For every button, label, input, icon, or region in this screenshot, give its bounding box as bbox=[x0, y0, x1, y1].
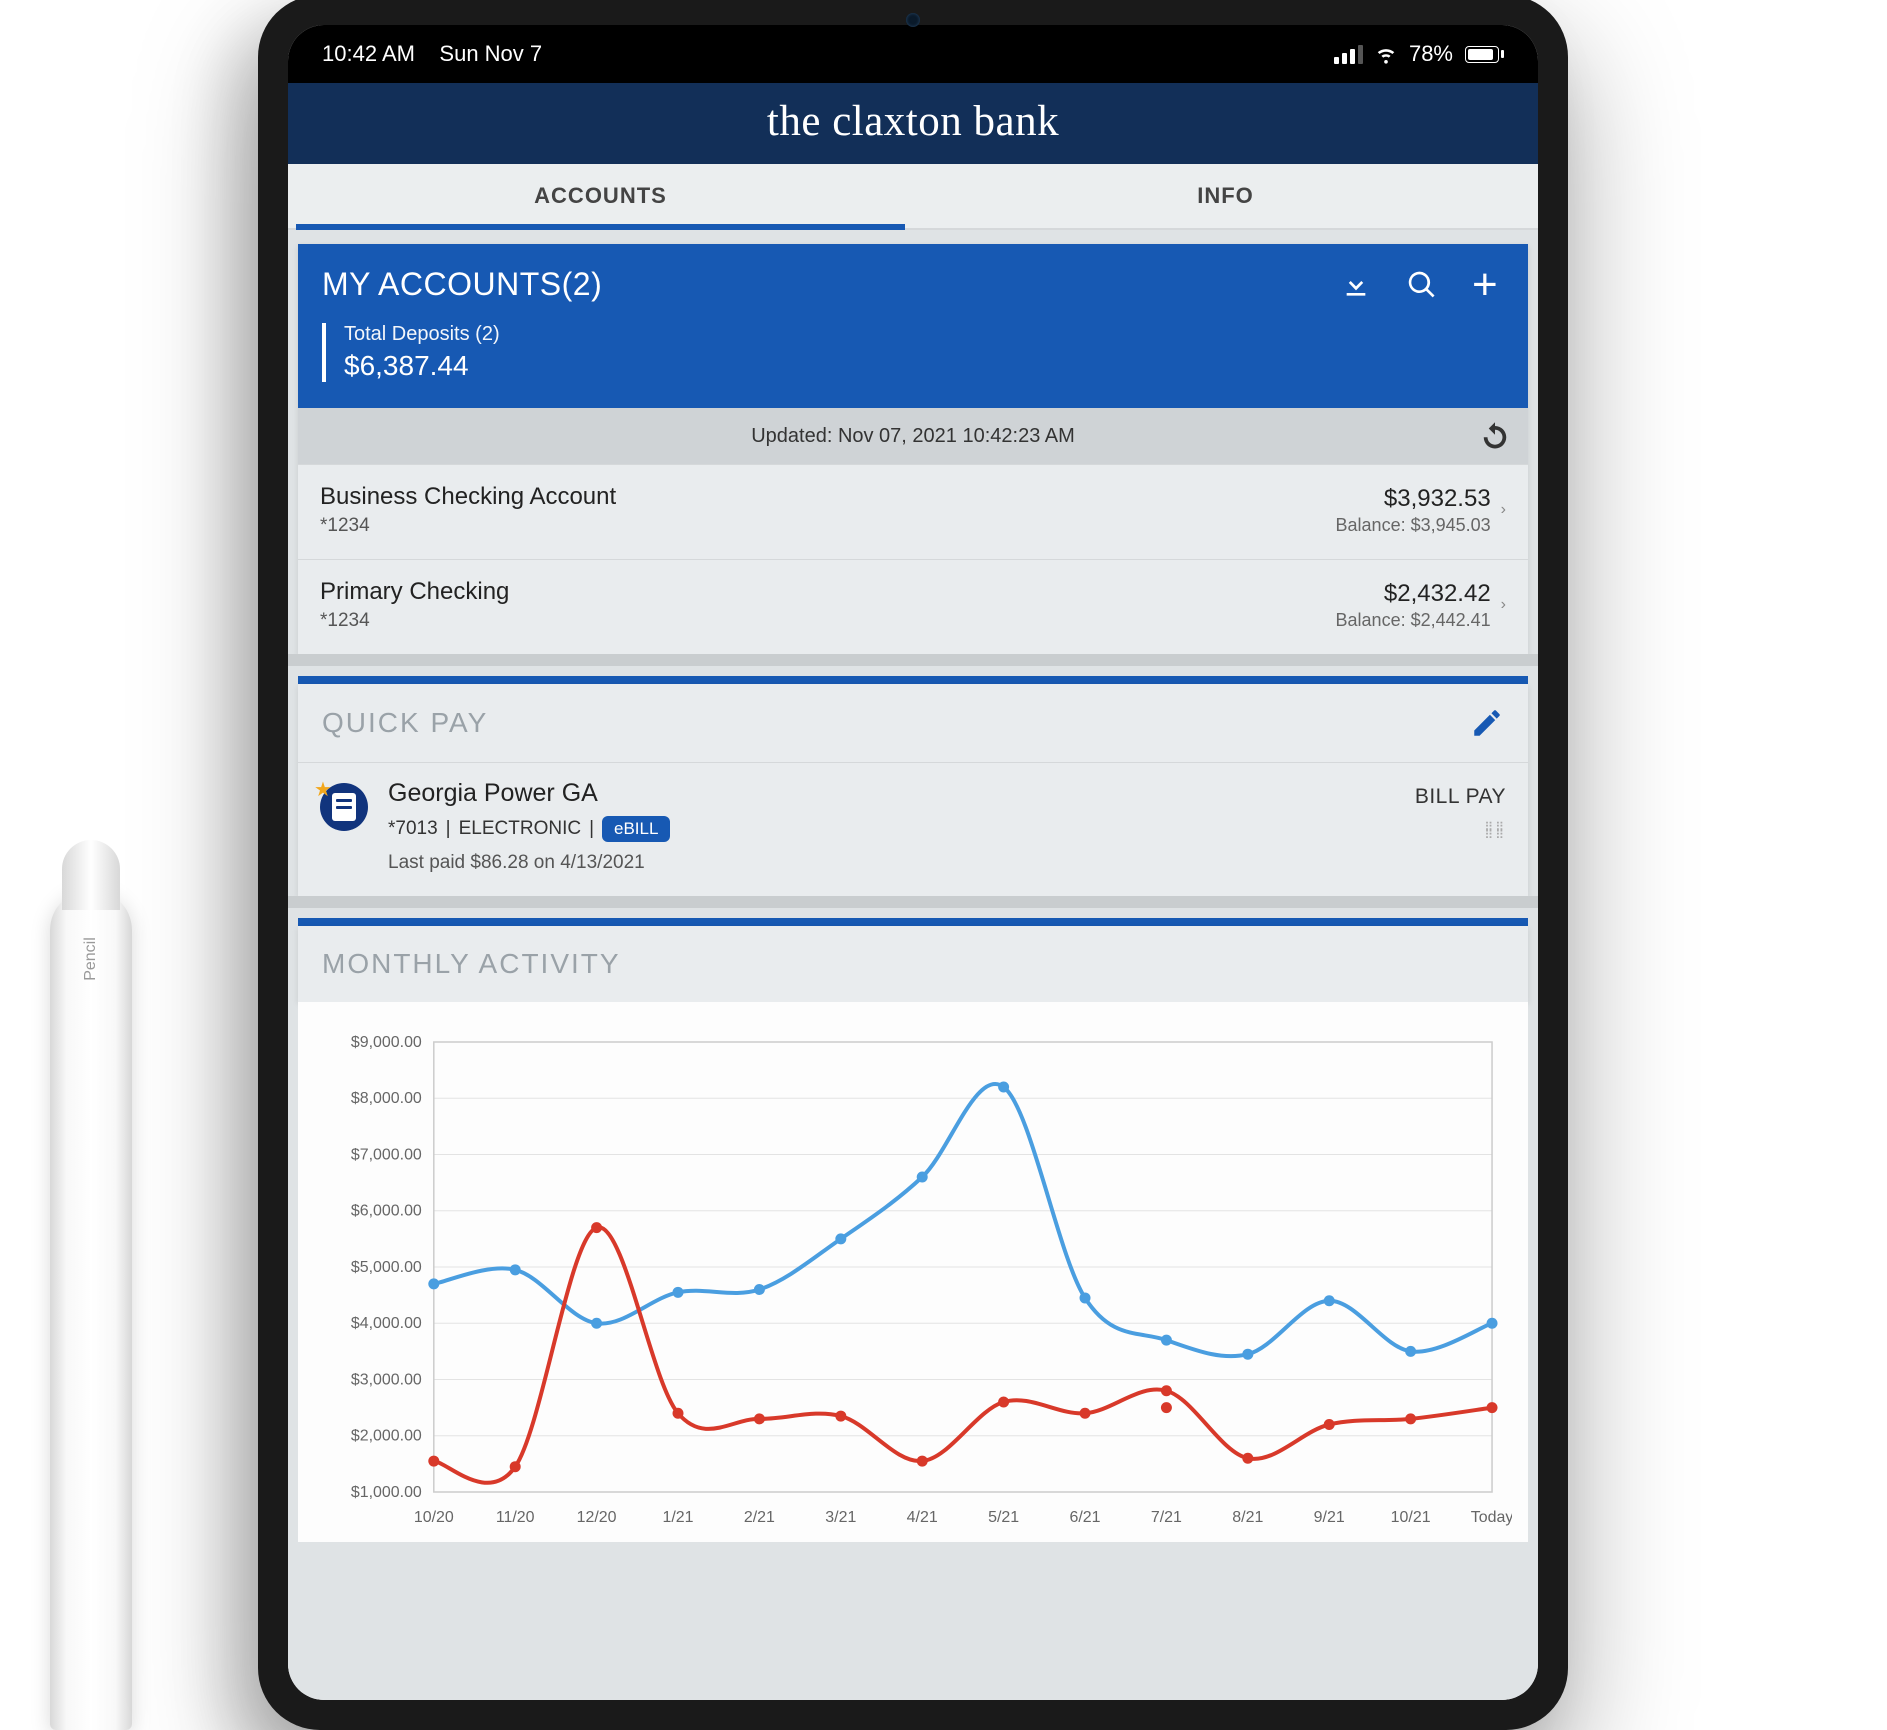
svg-text:$4,000.00: $4,000.00 bbox=[351, 1315, 422, 1332]
account-balance: Balance: $2,442.41 bbox=[1336, 610, 1491, 631]
monthly-activity-chart: $9,000.00 $8,000.00 $7,000.00 $6,000.00 $5,0… bbox=[298, 1002, 1528, 1542]
chevron-right-icon: › bbox=[1501, 501, 1506, 519]
billpay-label: BILL PAY bbox=[1415, 785, 1506, 809]
drag-handle-icon[interactable]: ⠿⠿⠿⠿ bbox=[1484, 823, 1506, 839]
front-camera bbox=[906, 13, 920, 27]
svg-text:Today: Today bbox=[1471, 1509, 1512, 1526]
apple-pencil: Pencil bbox=[50, 890, 132, 1730]
blue-separator bbox=[298, 918, 1528, 926]
svg-text:11/20: 11/20 bbox=[496, 1509, 535, 1526]
svg-text:$7,000.00: $7,000.00 bbox=[351, 1146, 422, 1163]
monthly-activity-header: MONTHLY ACTIVITY bbox=[298, 926, 1528, 1002]
accounts-header: MY ACCOUNTS(2) + Total Deposits (2) $6,3… bbox=[298, 244, 1528, 408]
svg-text:3/21: 3/21 bbox=[825, 1509, 856, 1526]
svg-text:$3,000.00: $3,000.00 bbox=[351, 1371, 422, 1388]
ebill-badge: eBILL bbox=[602, 816, 670, 842]
account-balance: Balance: $3,945.03 bbox=[1336, 515, 1491, 536]
screen: 10:42 AM Sun Nov 7 78% the claxton bank bbox=[288, 25, 1538, 1700]
svg-text:$2,000.00: $2,000.00 bbox=[351, 1428, 422, 1445]
account-name: Primary Checking bbox=[320, 578, 509, 606]
account-available: $2,432.42 bbox=[1336, 580, 1491, 608]
chart-svg: $9,000.00 $8,000.00 $7,000.00 $6,000.00 $5,0… bbox=[314, 1032, 1512, 1532]
payee-details: *7013 | ELECTRONIC | eBILL bbox=[388, 816, 1395, 842]
content-area[interactable]: MY ACCOUNTS(2) + Total Deposits (2) $6,3… bbox=[288, 230, 1538, 1700]
section-separator bbox=[288, 654, 1538, 666]
account-available: $3,932.53 bbox=[1336, 485, 1491, 513]
svg-text:$1,000.00: $1,000.00 bbox=[351, 1484, 422, 1501]
updated-bar: Updated: Nov 07, 2021 10:42:23 AM bbox=[298, 408, 1528, 464]
blue-separator bbox=[298, 676, 1528, 684]
total-deposits-amount: $6,387.44 bbox=[344, 350, 1504, 382]
quickpay-item[interactable]: ★ Georgia Power GA *7013 | ELECTRONIC | … bbox=[298, 762, 1528, 896]
svg-text:2/21: 2/21 bbox=[744, 1509, 775, 1526]
brand-header: the claxton bank bbox=[288, 83, 1538, 164]
accounts-title: MY ACCOUNTS(2) bbox=[322, 266, 602, 303]
status-date: Sun Nov 7 bbox=[439, 41, 542, 66]
updated-text: Updated: Nov 07, 2021 10:42:23 AM bbox=[751, 425, 1075, 448]
search-icon[interactable] bbox=[1406, 269, 1438, 301]
chevron-right-icon: › bbox=[1501, 596, 1506, 614]
status-right: 78% bbox=[1334, 41, 1504, 67]
total-deposits-label: Total Deposits (2) bbox=[344, 323, 1504, 346]
svg-text:9/21: 9/21 bbox=[1314, 1509, 1345, 1526]
edit-icon[interactable] bbox=[1470, 706, 1504, 740]
svg-text:$6,000.00: $6,000.00 bbox=[351, 1203, 422, 1220]
svg-text:7/21: 7/21 bbox=[1151, 1509, 1182, 1526]
quickpay-panel: QUICK PAY ★ Georgia Power GA *7013 bbox=[298, 684, 1528, 896]
svg-text:1/21: 1/21 bbox=[662, 1509, 693, 1526]
svg-text:$5,000.00: $5,000.00 bbox=[351, 1259, 422, 1276]
accounts-panel: MY ACCOUNTS(2) + Total Deposits (2) $6,3… bbox=[298, 244, 1528, 654]
last-paid: Last paid $86.28 on 4/13/2021 bbox=[388, 852, 1395, 874]
tab-bar: ACCOUNTS INFO bbox=[288, 164, 1538, 230]
tab-info[interactable]: INFO bbox=[913, 164, 1538, 228]
star-icon: ★ bbox=[314, 777, 332, 802]
tab-accounts[interactable]: ACCOUNTS bbox=[288, 164, 913, 228]
svg-text:4/21: 4/21 bbox=[907, 1509, 938, 1526]
add-icon[interactable]: + bbox=[1472, 269, 1504, 301]
svg-text:10/21: 10/21 bbox=[1391, 1509, 1431, 1526]
monthly-activity-title: MONTHLY ACTIVITY bbox=[322, 948, 621, 980]
svg-text:6/21: 6/21 bbox=[1069, 1509, 1100, 1526]
account-row[interactable]: Business Checking Account *1234 $3,932.5… bbox=[298, 464, 1528, 559]
svg-text:5/21: 5/21 bbox=[988, 1509, 1019, 1526]
cellular-icon bbox=[1334, 45, 1363, 64]
account-mask: *1234 bbox=[320, 515, 616, 537]
account-name: Business Checking Account bbox=[320, 483, 616, 511]
total-deposits: Total Deposits (2) $6,387.44 bbox=[322, 323, 1504, 382]
svg-text:$9,000.00: $9,000.00 bbox=[351, 1034, 422, 1051]
payee-name: Georgia Power GA bbox=[388, 779, 1395, 808]
refresh-icon[interactable] bbox=[1480, 421, 1510, 451]
account-row[interactable]: Primary Checking *1234 $2,432.42 Balance… bbox=[298, 559, 1528, 654]
quickpay-title: QUICK PAY bbox=[322, 707, 488, 739]
section-separator bbox=[288, 896, 1538, 908]
status-left: 10:42 AM Sun Nov 7 bbox=[322, 41, 542, 67]
svg-text:8/21: 8/21 bbox=[1232, 1509, 1263, 1526]
status-bar: 10:42 AM Sun Nov 7 78% bbox=[288, 25, 1538, 83]
download-icon[interactable] bbox=[1340, 269, 1372, 301]
account-mask: *1234 bbox=[320, 610, 509, 632]
status-time: 10:42 AM bbox=[322, 41, 415, 66]
wifi-icon bbox=[1375, 43, 1397, 65]
quickpay-header: QUICK PAY bbox=[298, 684, 1528, 762]
pencil-label: Pencil bbox=[82, 918, 100, 1000]
payee-icon: ★ bbox=[320, 783, 368, 831]
monthly-activity-panel: MONTHLY ACTIVITY bbox=[298, 926, 1528, 1002]
tablet-frame: 10:42 AM Sun Nov 7 78% the claxton bank bbox=[258, 0, 1568, 1730]
battery-pct: 78% bbox=[1409, 41, 1453, 67]
svg-text:12/20: 12/20 bbox=[577, 1509, 617, 1526]
svg-text:10/20: 10/20 bbox=[414, 1509, 454, 1526]
battery-icon bbox=[1465, 46, 1504, 63]
svg-text:$8,000.00: $8,000.00 bbox=[351, 1090, 422, 1107]
